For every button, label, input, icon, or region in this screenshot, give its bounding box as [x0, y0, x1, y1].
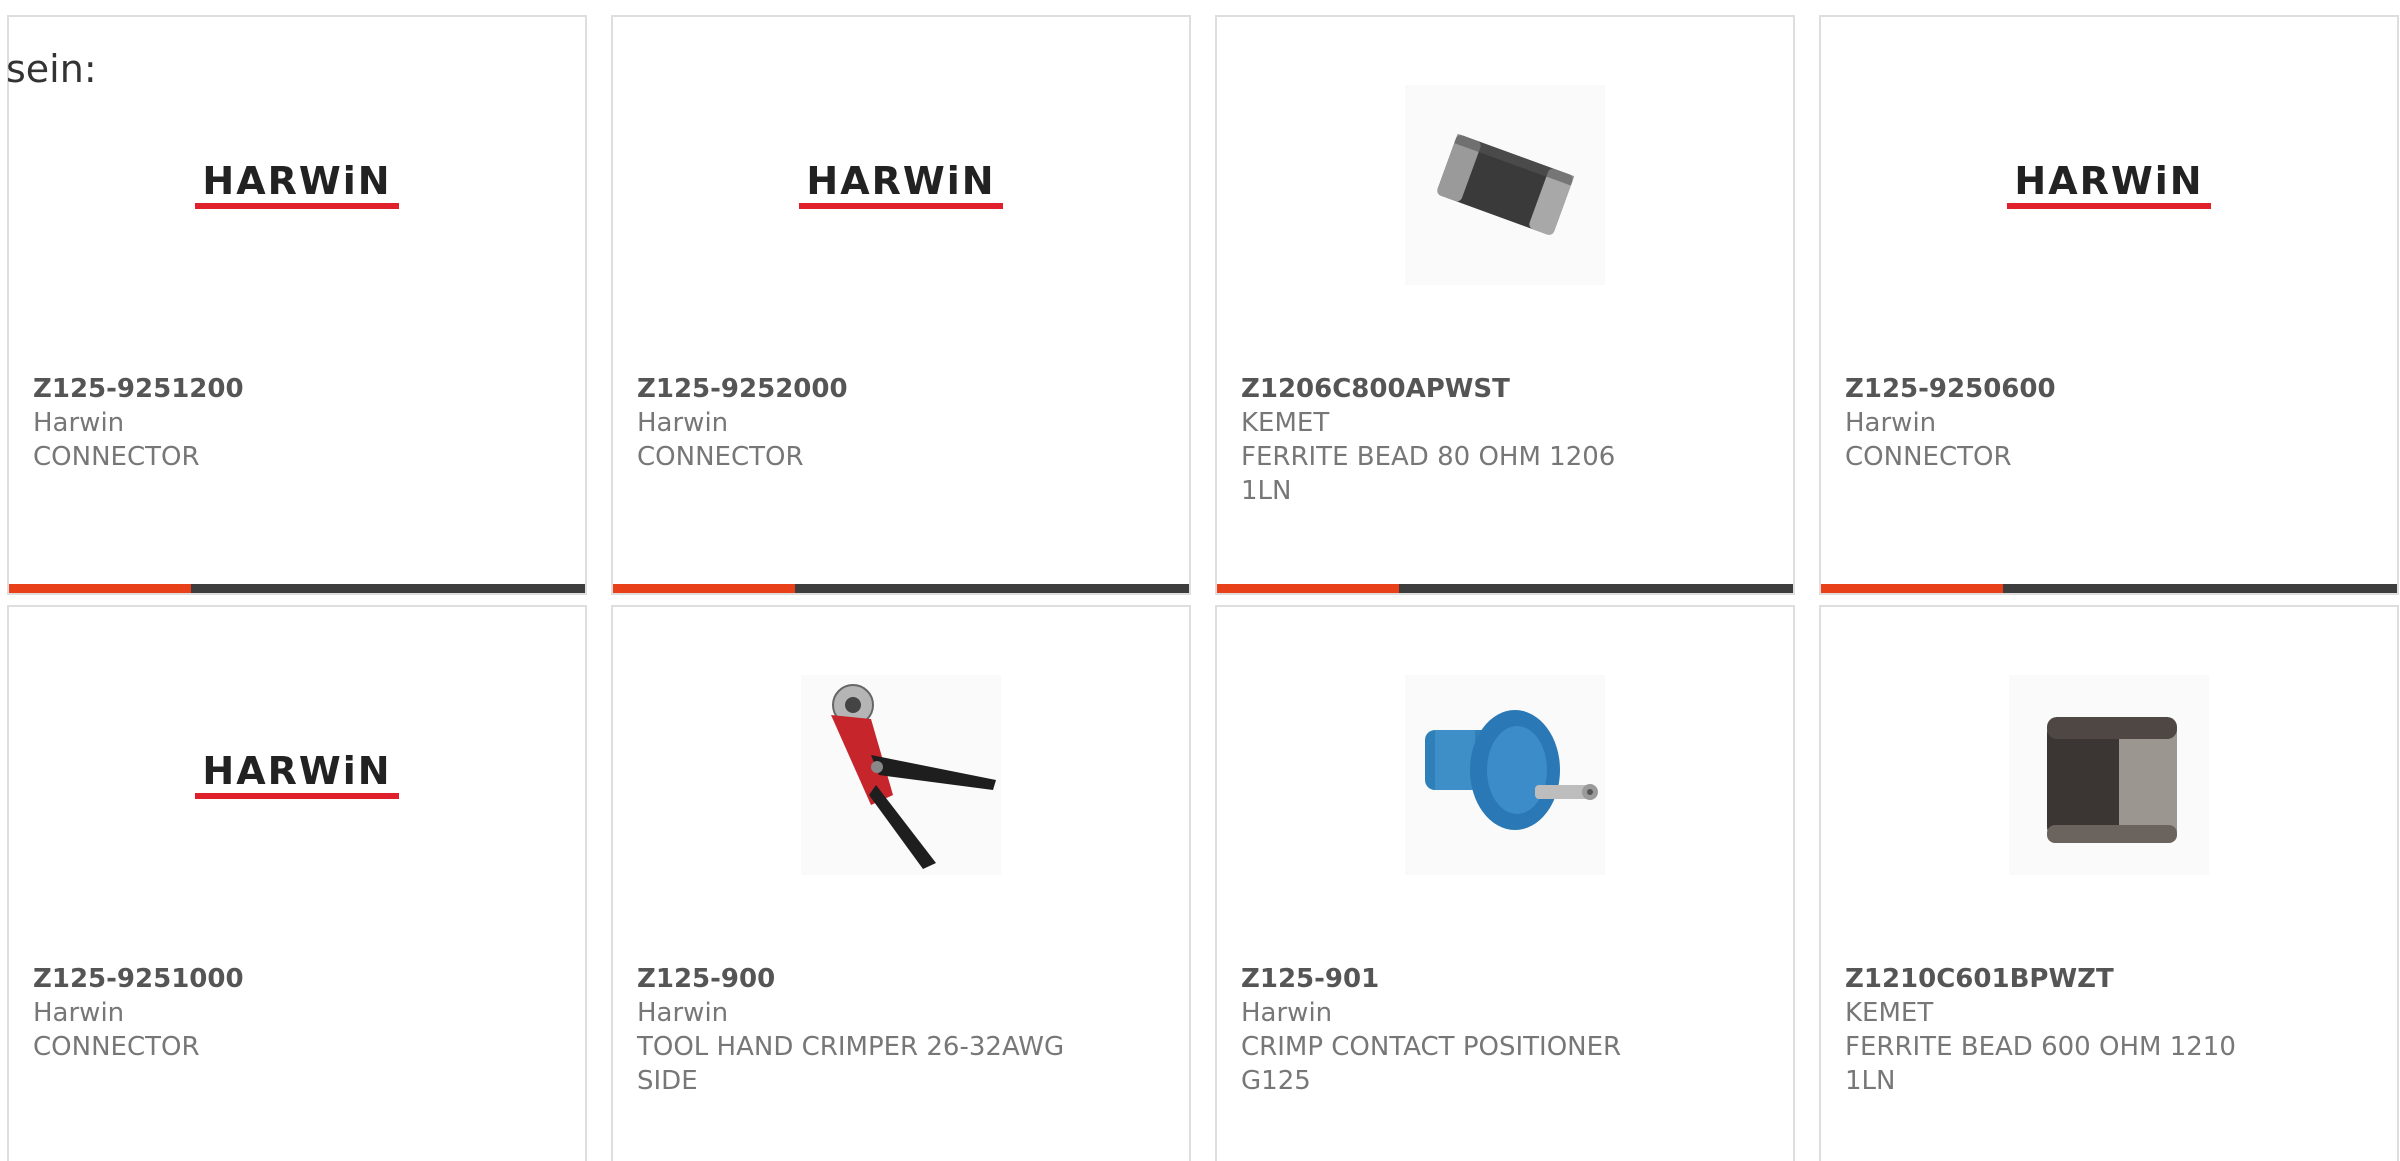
product-image: [613, 675, 1189, 875]
product-image: HARWiN: [9, 85, 585, 285]
product-card[interactable]: Z125-900 Harwin TOOL HAND CRIMPER 26-32A…: [611, 605, 1191, 1161]
part-number[interactable]: Z1210C601BPWZT: [1845, 962, 2373, 996]
product-card[interactable]: Z1210C601BPWZT KEMET FERRITE BEAD 600 OH…: [1819, 605, 2399, 1161]
harwin-logo: HARWiN: [2007, 162, 2211, 209]
manufacturer: Harwin: [1241, 998, 1333, 1028]
card-bottom-bar: [1821, 584, 2397, 593]
manufacturer: Harwin: [637, 408, 729, 438]
part-number[interactable]: Z125-9252000: [637, 372, 1165, 406]
manufacturer: Harwin: [1845, 408, 1937, 438]
product-card[interactable]: Z1206C800APWST KEMET FERRITE BEAD 80 OHM…: [1215, 15, 1795, 595]
card-accent: [1821, 584, 2003, 593]
product-image: HARWiN: [9, 675, 585, 875]
part-number[interactable]: Z125-900: [637, 962, 1165, 996]
manufacturer: Harwin: [33, 998, 125, 1028]
description: CONNECTOR: [33, 1032, 200, 1062]
card-bottom-bar: [9, 584, 585, 593]
part-number[interactable]: Z125-901: [1241, 962, 1769, 996]
manufacturer: KEMET: [1845, 998, 1934, 1028]
part-number[interactable]: Z1206C800APWST: [1241, 372, 1769, 406]
product-image: [1821, 675, 2397, 875]
manufacturer: KEMET: [1241, 408, 1330, 438]
part-number[interactable]: Z125-9250600: [1845, 372, 2373, 406]
product-card[interactable]: HARWiN Z125-9250600 Harwin CONNECTOR: [1819, 15, 2399, 595]
description: FERRITE BEAD 600 OHM 1210 1LN: [1845, 1032, 2236, 1096]
part-number[interactable]: Z125-9251200: [33, 372, 561, 406]
product-grid-page: sein: HARWiN Z125-9251200 Harwin CONNECT…: [0, 0, 2400, 1161]
crimp-tool-photo: [801, 675, 1001, 875]
harwin-logo: HARWiN: [195, 752, 399, 799]
product-card[interactable]: Z125-901 Harwin CRIMP CONTACT POSITIONER…: [1215, 605, 1795, 1161]
product-card[interactable]: HARWiN Z125-9251200 Harwin CONNECTOR: [7, 15, 587, 595]
card-accent: [1217, 584, 1399, 593]
harwin-logo-text: HARWiN: [2014, 158, 2204, 203]
manufacturer: Harwin: [33, 408, 125, 438]
product-card[interactable]: HARWiN Z125-9251000 Harwin CONNECTOR: [7, 605, 587, 1161]
product-image: HARWiN: [1821, 85, 2397, 285]
part-number[interactable]: Z125-9251000: [33, 962, 561, 996]
harwin-logo-text: HARWiN: [806, 158, 996, 203]
card-bottom-bar: [1217, 584, 1793, 593]
product-image: HARWiN: [613, 85, 1189, 285]
logo-underline: [799, 202, 1003, 209]
harwin-logo-text: HARWiN: [202, 748, 392, 793]
description: FERRITE BEAD 80 OHM 1206 1LN: [1241, 442, 1616, 506]
description: CONNECTOR: [1845, 442, 2012, 472]
logo-underline: [195, 792, 399, 799]
ferrite-bead-large-photo: [2009, 675, 2209, 875]
ferrite-bead-photo: [1405, 85, 1605, 285]
product-image: [1217, 675, 1793, 875]
card-bottom-bar: [613, 584, 1189, 593]
card-accent: [613, 584, 795, 593]
logo-underline: [195, 202, 399, 209]
description: CONNECTOR: [637, 442, 804, 472]
harwin-logo: HARWiN: [195, 162, 399, 209]
logo-underline: [2007, 202, 2211, 209]
manufacturer: Harwin: [637, 998, 729, 1028]
product-image: [1217, 85, 1793, 285]
harwin-logo-text: HARWiN: [202, 158, 392, 203]
description: CONNECTOR: [33, 442, 200, 472]
positioner-photo: [1405, 675, 1605, 875]
card-accent: [9, 584, 191, 593]
description: CRIMP CONTACT POSITIONER G125: [1241, 1032, 1622, 1096]
product-card[interactable]: HARWiN Z125-9252000 Harwin CONNECTOR: [611, 15, 1191, 595]
description: TOOL HAND CRIMPER 26-32AWG SIDE: [637, 1032, 1065, 1096]
harwin-logo: HARWiN: [799, 162, 1003, 209]
lead-text: sein:: [6, 47, 97, 91]
